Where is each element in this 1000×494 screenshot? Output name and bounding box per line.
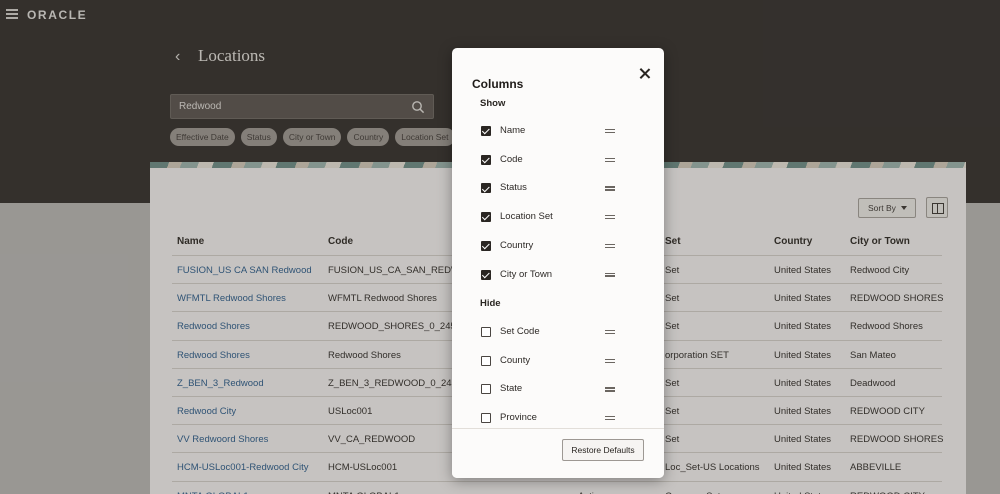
column-option-label: Country [500,239,534,251]
dialog-footer: Restore Defaults [452,428,664,478]
column-option-row[interactable]: Status [480,181,650,197]
show-section-label: Show [480,98,506,109]
column-option-label: Status [500,182,527,194]
column-option-row[interactable]: County [480,354,650,370]
column-option-row[interactable]: Country [480,239,650,255]
drag-handle-icon[interactable] [605,330,615,335]
column-option-row[interactable]: Location Set [480,210,650,226]
column-option-label: Province [500,412,537,424]
drag-handle-icon[interactable] [605,243,615,248]
column-option-row[interactable]: Set Code [480,325,650,341]
drag-handle-icon[interactable] [605,157,615,162]
column-option-row[interactable]: Province [480,411,650,427]
column-option-label: City or Town [500,268,553,280]
restore-defaults-button[interactable]: Restore Defaults [562,439,644,461]
checkbox-unchecked[interactable] [481,413,491,424]
dialog-title: Columns [472,77,524,91]
column-option-label: Name [500,125,526,136]
checkbox-checked[interactable] [481,154,491,165]
close-icon[interactable] [638,67,652,81]
column-option-row[interactable]: Name [480,124,650,140]
column-option-row[interactable]: State [480,382,650,398]
drag-handle-icon[interactable] [605,416,615,421]
column-option-label: State [500,383,523,395]
hide-section-label: Hide [480,298,501,309]
column-option-label: County [500,354,531,366]
checkbox-unchecked[interactable] [481,384,491,395]
drag-handle-icon[interactable] [605,129,615,134]
checkbox-checked[interactable] [481,240,491,251]
checkbox-checked[interactable] [481,269,491,280]
column-option-row[interactable]: Code [480,153,650,169]
drag-handle-icon[interactable] [605,186,615,191]
drag-handle-icon[interactable] [605,387,615,392]
column-option-row[interactable]: City or Town [480,268,650,284]
drag-handle-icon[interactable] [605,358,615,363]
drag-handle-icon[interactable] [605,215,615,220]
checkbox-unchecked[interactable] [481,327,491,337]
checkbox-checked[interactable] [481,212,491,223]
columns-dialog: Columns Show Name Code Status Location Set C… [452,48,664,478]
column-option-label: Code [500,153,523,165]
column-option-label: Set Code [500,326,540,337]
drag-handle-icon[interactable] [605,272,615,277]
column-option-label: Location Set [500,211,553,223]
checkbox-unchecked[interactable] [481,355,491,366]
checkbox-checked[interactable] [481,183,491,194]
checkbox-checked[interactable] [481,126,491,136]
